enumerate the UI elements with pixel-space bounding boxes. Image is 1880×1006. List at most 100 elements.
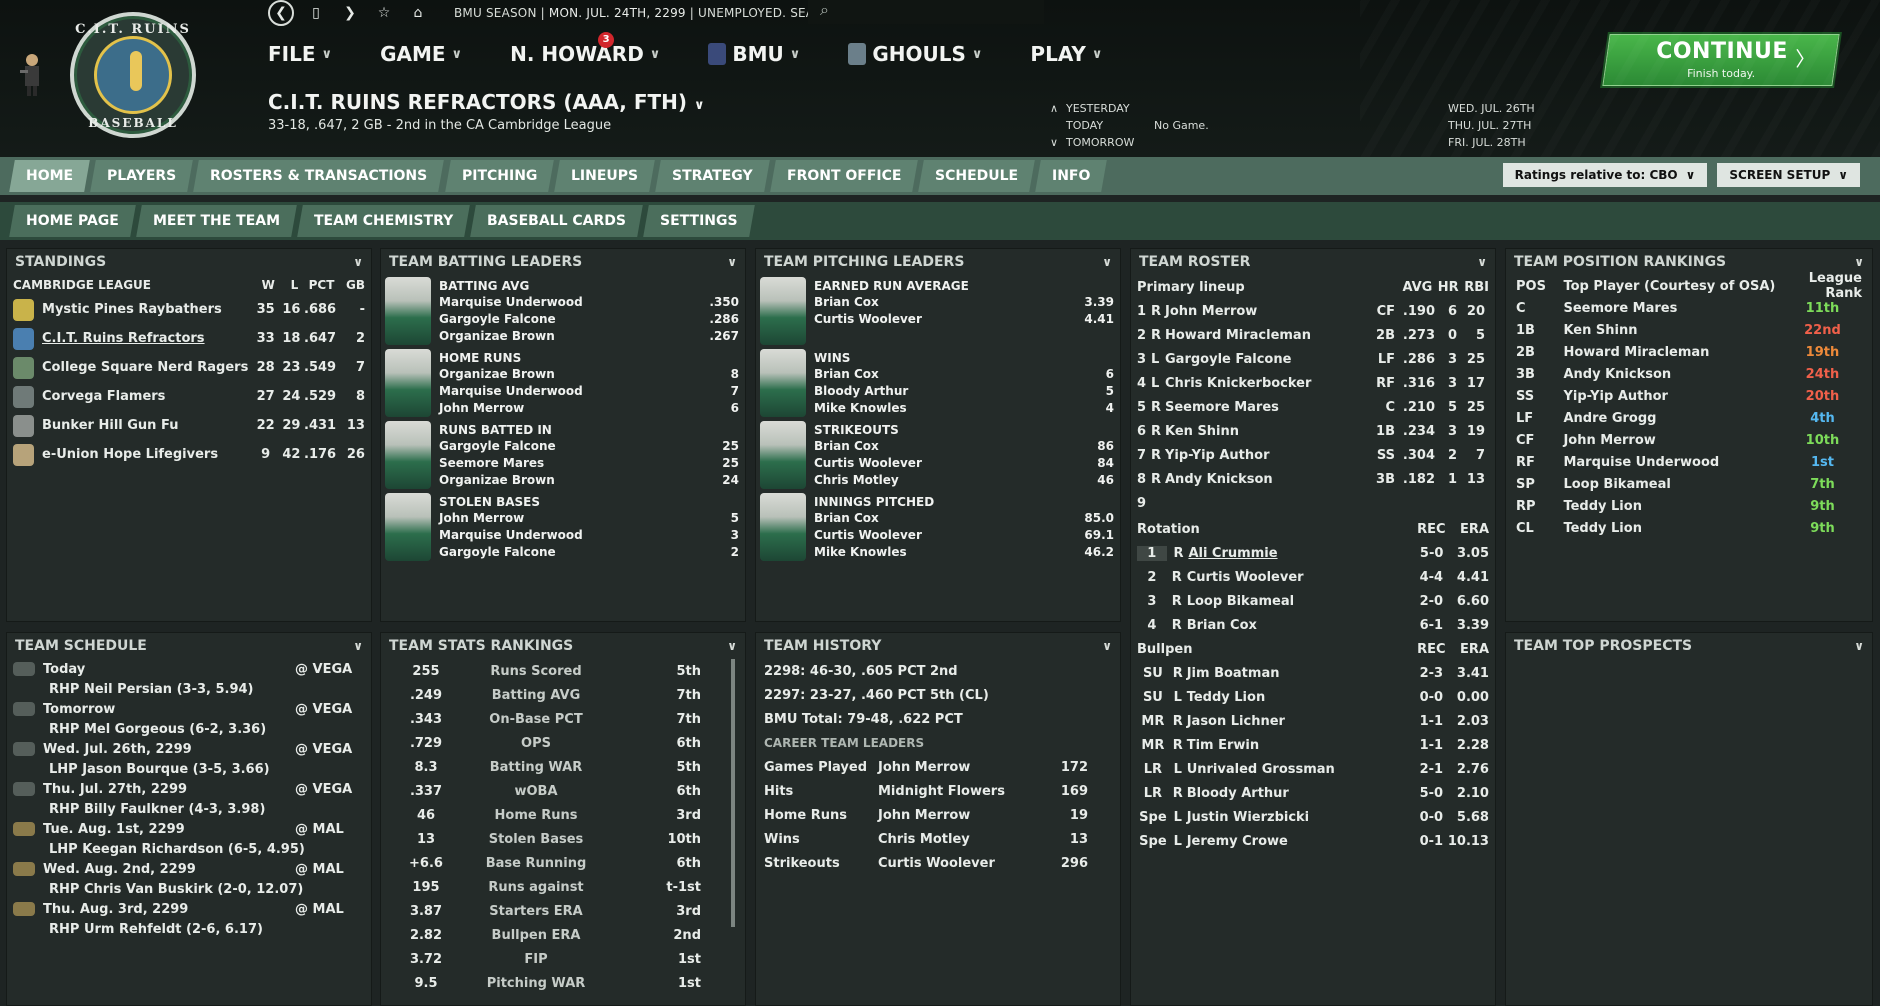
tab-info[interactable]: INFO — [1035, 160, 1108, 192]
player-name[interactable]: Yip-Yip Author — [1165, 448, 1365, 463]
leader-player[interactable]: Mike Knowles — [814, 401, 907, 415]
player-name[interactable]: Midnight Flowers — [878, 784, 1028, 799]
bullpen-row[interactable]: Spe L Justin Wierzbicki 0-0 5.68 — [1131, 805, 1495, 829]
yesterday-label[interactable]: YESTERDAY — [1066, 100, 1154, 117]
chevron-down-icon[interactable]: ∨ — [1854, 255, 1864, 269]
player-name[interactable]: Marquise Underwood — [1563, 455, 1782, 470]
chevron-down-icon[interactable]: ∨ — [353, 639, 363, 653]
player-headshot[interactable] — [385, 493, 431, 561]
player-name[interactable]: Justin Wierzbicki — [1187, 810, 1416, 825]
schedule-row[interactable]: Tue. Aug. 1st, 2299 @ MAL — [7, 819, 371, 839]
position-row[interactable]: LF Andre Grogg 4th — [1506, 407, 1872, 429]
leader-player[interactable]: Chris Motley — [814, 473, 899, 487]
bullpen-row[interactable]: SU R Jim Boatman 2-3 3.41 — [1131, 661, 1495, 685]
lineup-row[interactable]: 3 L Gargoyle Falcone LF .286 3 25 — [1131, 347, 1495, 371]
menu-game[interactable]: GAME ∨ — [380, 42, 462, 66]
player-name[interactable]: Loop Bikameal — [1187, 594, 1416, 609]
player-name[interactable]: John Merrow — [1563, 433, 1782, 448]
position-row[interactable]: C Seemore Mares 11th — [1506, 297, 1872, 319]
game-day[interactable]: Thu. Aug. 3rd, 2299 — [43, 902, 295, 917]
player-name[interactable]: Andy Knickson — [1165, 472, 1365, 487]
menu-league[interactable]: BMU ∨ — [708, 42, 800, 66]
tab-settings[interactable]: SETTINGS — [643, 205, 755, 237]
chevron-down-icon[interactable]: ∨ — [1477, 255, 1487, 269]
standings-row[interactable]: Corvega Flamers 27 24.529 8 — [7, 382, 371, 411]
position-row[interactable]: RF Marquise Underwood 1st — [1506, 451, 1872, 473]
game-day[interactable]: Wed. Jul. 26th, 2299 — [43, 742, 295, 757]
position-row[interactable]: 1B Ken Shinn 22nd — [1506, 319, 1872, 341]
leader-player[interactable]: Organizae Brown — [439, 473, 555, 487]
player-name[interactable]: Howard Miracleman — [1563, 345, 1782, 360]
bullpen-row[interactable]: LR L Unrivaled Grossman 2-1 2.76 — [1131, 757, 1495, 781]
home-icon[interactable]: ⌂ — [406, 1, 430, 25]
player-headshot[interactable] — [760, 421, 806, 489]
tab-home[interactable]: HOME — [9, 160, 90, 192]
tab-rosters[interactable]: ROSTERS & TRANSACTIONS — [193, 160, 445, 192]
player-name[interactable]: Unrivaled Grossman — [1187, 762, 1416, 777]
manager-avatar[interactable] — [18, 52, 46, 96]
tab-lineups[interactable]: LINEUPS — [554, 160, 655, 192]
player-name[interactable]: Jeremy Crowe — [1187, 834, 1416, 849]
standings-row[interactable]: College Square Nerd Ragers 28 23.549 7 — [7, 353, 371, 382]
schedule-row[interactable]: Thu. Aug. 3rd, 2299 @ MAL — [7, 899, 371, 919]
position-row[interactable]: CL Teddy Lion 9th — [1506, 517, 1872, 539]
player-name[interactable]: Bloody Arthur — [1187, 786, 1416, 801]
rotation-row[interactable]: 4 R Brian Cox 6-1 3.39 — [1131, 613, 1495, 637]
team-name[interactable]: Bunker Hill Gun Fu — [42, 418, 252, 433]
player-name[interactable]: John Merrow — [878, 808, 1028, 823]
player-name[interactable]: Ken Shinn — [1563, 323, 1782, 338]
schedule-row[interactable]: Tomorrow @ VEGA — [7, 699, 371, 719]
player-name[interactable]: Teddy Lion — [1563, 499, 1782, 514]
bullpen-row[interactable]: MR R Tim Erwin 1-1 2.28 — [1131, 733, 1495, 757]
probable-pitcher[interactable]: LHP Jason Bourque (3-5, 3.66) — [13, 762, 270, 777]
lineup-row[interactable]: 2 R Howard Miracleman 2B .273 0 5 — [1131, 323, 1495, 347]
player-name[interactable]: John Merrow — [1165, 304, 1365, 319]
search-bar[interactable]: ⌕ — [808, 0, 1044, 24]
player-name[interactable]: Tim Erwin — [1187, 738, 1416, 753]
lineup-row[interactable]: 9 — [1131, 491, 1495, 515]
tab-schedule[interactable]: SCHEDULE — [918, 160, 1036, 192]
player-name[interactable]: Chris Motley — [878, 832, 1028, 847]
leader-player[interactable]: Marquise Underwood — [439, 384, 583, 398]
bullpen-row[interactable]: SU L Teddy Lion 0-0 0.00 — [1131, 685, 1495, 709]
player-headshot[interactable] — [385, 421, 431, 489]
menu-manager[interactable]: N. HOWARD 3 ∨ — [510, 32, 660, 66]
bullpen-row[interactable]: Spe L Jeremy Crowe 0-1 10.13 — [1131, 829, 1495, 853]
lineup-row[interactable]: 1 R John Merrow CF .190 6 20 — [1131, 299, 1495, 323]
menu-file[interactable]: FILE ∨ — [268, 42, 332, 66]
probable-pitcher[interactable]: RHP Chris Van Buskirk (2-0, 12.07) — [13, 882, 303, 897]
game-day[interactable]: Today — [43, 662, 295, 677]
position-row[interactable]: SP Loop Bikameal 7th — [1506, 473, 1872, 495]
player-headshot[interactable] — [760, 277, 806, 345]
player-name[interactable]: Seemore Mares — [1563, 301, 1782, 316]
scrollbar[interactable] — [731, 659, 735, 927]
forward-icon[interactable]: ❯ — [338, 1, 362, 25]
standings-row[interactable]: e-Union Hope Lifegivers 9 42.176 26 — [7, 440, 371, 469]
team-name[interactable]: Mystic Pines Raybathers — [42, 302, 252, 317]
schedule-row[interactable]: Wed. Jul. 26th, 2299 @ VEGA — [7, 739, 371, 759]
back-icon[interactable]: ❮ — [268, 0, 294, 26]
chevron-down-icon[interactable]: ∨ — [1102, 639, 1112, 653]
position-row[interactable]: RP Teddy Lion 9th — [1506, 495, 1872, 517]
chevron-down-icon[interactable]: ∨ — [353, 255, 363, 269]
lineup-row[interactable]: 4 L Chris Knickerbocker RF .316 3 17 — [1131, 371, 1495, 395]
probable-pitcher[interactable]: RHP Billy Faulkner (4-3, 3.98) — [13, 802, 265, 817]
tab-baseball-cards[interactable]: BASEBALL CARDS — [470, 205, 643, 237]
player-name[interactable]: Jason Lichner — [1187, 714, 1416, 729]
player-name[interactable]: Ken Shinn — [1165, 424, 1365, 439]
probable-pitcher[interactable]: RHP Mel Gorgeous (6-2, 3.36) — [13, 722, 266, 737]
leader-player[interactable]: Gargoyle Falcone — [439, 439, 556, 453]
leader-player[interactable]: Seemore Mares — [439, 456, 544, 470]
game-day[interactable]: Tue. Aug. 1st, 2299 — [43, 822, 295, 837]
probable-pitcher[interactable]: LHP Keegan Richardson (6-5, 4.95) — [13, 842, 305, 857]
season-label[interactable]: BMU SEASON — [454, 6, 537, 20]
player-name[interactable]: Teddy Lion — [1187, 690, 1416, 705]
rotation-row[interactable]: 3 R Loop Bikameal 2-0 6.60 — [1131, 589, 1495, 613]
lineup-row[interactable]: 7 R Yip-Yip Author SS .304 2 7 — [1131, 443, 1495, 467]
leader-player[interactable]: Organizae Brown — [439, 367, 555, 381]
player-name[interactable]: Gargoyle Falcone — [1165, 352, 1365, 367]
leader-player[interactable]: John Merrow — [439, 401, 524, 415]
position-row[interactable]: CF John Merrow 10th — [1506, 429, 1872, 451]
standings-row[interactable]: C.I.T. Ruins Refractors 33 18.647 2 — [7, 324, 371, 353]
player-name[interactable]: John Merrow — [878, 760, 1028, 775]
